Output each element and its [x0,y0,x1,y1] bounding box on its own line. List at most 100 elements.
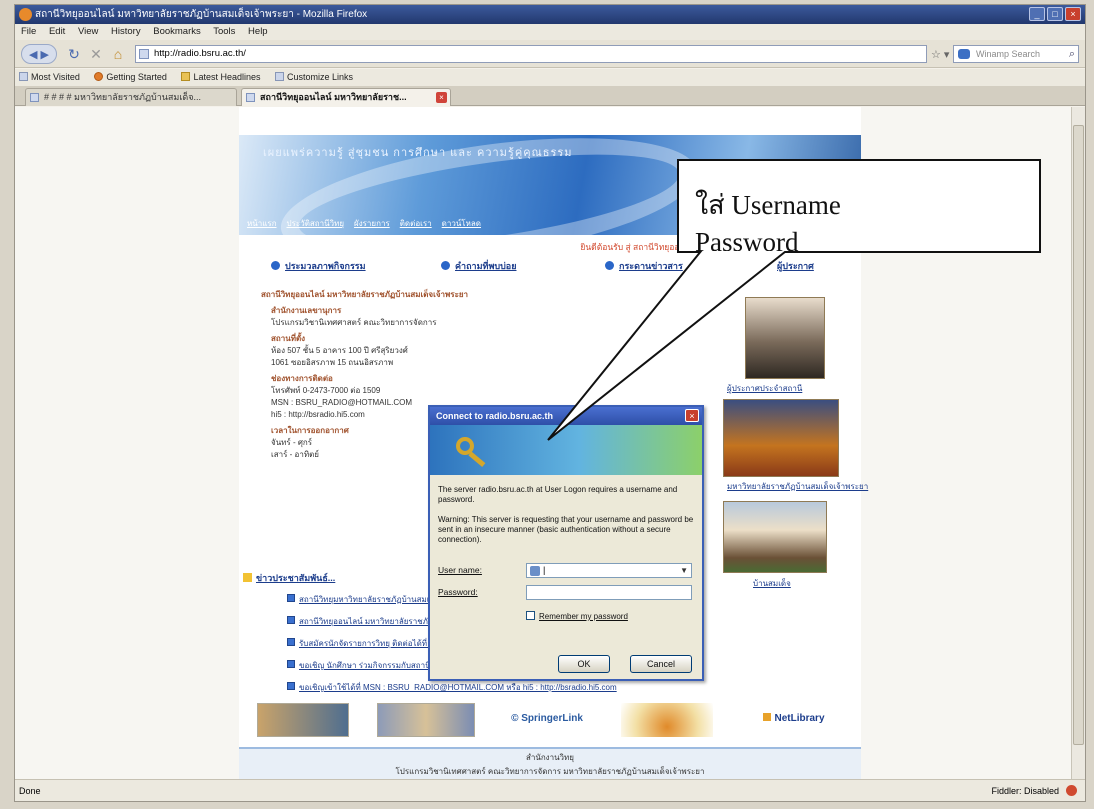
stop-icon[interactable]: ✕ [87,44,105,64]
university-caption[interactable]: มหาวิทยาลัยราชภัฏบ้านสมเด็จเจ้าพระยา [727,480,868,493]
tab-radio-online[interactable]: สถานีวิทยุออนไลน์ มหาวิทยาลัยราช... × [241,88,451,106]
news-item[interactable]: ขอเชิญเข้าใช้ได้ที่ MSN : BSRU_RADIO@HOT… [287,681,827,694]
chevron-down-icon[interactable]: ▼ [680,564,688,577]
address-line: 1061 ซอยอิสรภาพ 15 ถนนอิสรภาพ [271,358,394,367]
bookmark-icon [19,72,28,81]
home-icon[interactable]: ⌂ [109,44,127,64]
dialog-warning: Warning: This server is requesting that … [438,515,694,544]
dialog-close-button[interactable]: × [685,409,699,422]
vertical-scrollbar[interactable] [1071,107,1085,779]
ok-button[interactable]: OK [558,655,610,673]
banner-nav: หน้าแรก ประวัติสถานีวิทยุ ผังรายการ ติดต… [247,217,657,230]
bookmark-customize-links[interactable]: Customize Links [275,69,353,86]
remember-password-checkbox[interactable]: Remember my password [526,611,628,621]
menu-view[interactable]: View [78,26,98,37]
nav-link[interactable]: ดาวน์โหลด [442,217,481,230]
bullet-icon [605,261,614,270]
footer-line: สำนักงานวิทยุ [525,753,574,762]
fiddler-icon[interactable] [1066,785,1077,796]
bookmark-label: Latest Headlines [193,72,261,82]
firefox-icon [19,8,32,21]
menu-tools[interactable]: Tools [213,26,235,37]
reload-icon[interactable]: ↻ [65,44,83,64]
nav-link[interactable]: ติดต่อเรา [400,217,432,230]
org-text: โปรแกรมวิชานิเทศศาสตร์ คณะวิทยาการจัดการ [271,318,437,327]
announcer-caption[interactable]: ผู้ประกาศประจำสถานี [727,382,802,395]
dialog-message: The server radio.bsru.ac.th at User Logo… [438,485,678,504]
bookmark-latest-headlines[interactable]: Latest Headlines [181,69,260,86]
netlibrary-icon [763,713,772,721]
maximize-button[interactable]: □ [1047,7,1063,21]
bookmark-most-visited[interactable]: Most Visited [19,69,80,86]
search-placeholder: Winamp Search [976,49,1041,59]
contact-title: สถานีวิทยุออนไลน์ มหาวิทยาลัยราชภัฏบ้านส… [261,290,469,299]
section-link-faq[interactable]: คำถามที่พบบ่อย [441,259,516,273]
springerlink-logo[interactable]: © SpringerLink [497,703,597,737]
menu-history[interactable]: History [111,26,141,37]
section-label: กระดานข่าวสาร [619,261,683,271]
remember-label: Remember my password [539,612,628,621]
bookmark-label: Customize Links [287,72,354,82]
window-controls: _ □ × [1029,7,1081,21]
university-photo[interactable] [723,399,839,477]
logo-label: SpringerLink [521,713,583,724]
section-link-board[interactable]: กระดานข่าวสาร [605,259,683,273]
banner-title: เผยแพร่ความรู้ สู่ชุมชน การศึกษา และ ควา… [263,147,573,159]
menu-edit[interactable]: Edit [49,26,65,37]
title-bar: สถานีวิทยุออนไลน์ มหาวิทยาลัยราชภัฏบ้านส… [15,5,1085,24]
callout-text: ใส่ Username [695,190,841,220]
news-heading-label: ข่าวประชาสัมพันธ์... [256,573,336,583]
menu-bookmarks[interactable]: Bookmarks [153,26,201,37]
bullet-icon [271,261,280,270]
menu-help[interactable]: Help [248,26,268,37]
bookmark-star-icon[interactable]: ☆ ▾ [931,48,949,61]
bullet-icon [441,261,450,270]
dialog-banner [430,425,702,475]
password-label: Password: [438,587,478,597]
username-field[interactable]: | ▼ [526,563,692,578]
house-photo[interactable] [723,501,827,573]
search-icon[interactable]: ⌕ [1069,46,1075,62]
section-link-announcer[interactable]: ผู้ประกาศ [777,259,814,273]
scrollbar-thumb[interactable] [1073,125,1084,745]
page-footer: สำนักงานวิทยุ โปรแกรมวิชานิเทศศาสตร์ คณะ… [239,747,861,779]
bookmark-label: Getting Started [106,72,167,82]
netlibrary-logo[interactable]: NetLibrary [749,703,839,737]
phone-text: โทรศัพท์ 0-2473-7000 ต่อ 1509 [271,386,381,395]
status-text: Done [19,786,41,796]
bookmark-label: Most Visited [31,72,80,82]
section-link-gallery[interactable]: ประมวลภาพกิจกรรม [271,259,366,273]
address-line: ห้อง 507 ชั้น 5 อาคาร 100 ปี ศรีสุริยวงศ… [271,346,408,355]
cancel-button[interactable]: Cancel [630,655,692,673]
firefox-icon [94,72,104,81]
menu-file[interactable]: File [21,26,36,37]
house-caption[interactable]: บ้านสมเด็จ [753,577,791,590]
footer-line: โปรแกรมวิชานิเทศศาสตร์ คณะวิทยาการจัดการ… [395,767,705,776]
minimize-button[interactable]: _ [1029,7,1045,21]
nav-link[interactable]: ประวัติสถานีวิทยุ [287,217,345,230]
news-icon [243,573,252,582]
partner-logo[interactable] [621,703,713,737]
url-text: http://radio.bsru.ac.th/ [154,48,246,59]
nav-link[interactable]: ผังรายการ [354,217,390,230]
nav-link[interactable]: หน้าแรก [247,217,277,230]
search-input[interactable]: Winamp Search ⌕ [953,45,1079,63]
back-forward-button[interactable]: ◀ ▶ [21,44,57,64]
tab-favicon-icon [246,93,255,102]
checkbox-box[interactable] [526,611,535,620]
announcer-photo[interactable] [745,297,825,379]
partner-logo[interactable] [257,703,349,737]
username-label: User name: [438,565,482,575]
status-bar: Done Fiddler: Disabled [15,779,1085,801]
url-bar[interactable]: http://radio.bsru.ac.th/ [135,45,927,63]
close-window-button[interactable]: × [1065,7,1081,21]
bookmark-getting-started[interactable]: Getting Started [94,69,167,86]
tab-label: # # # # มหาวิทยาลัยราชภัฏบ้านสมเด็จ... [44,92,202,102]
menu-bar: File Edit View History Bookmarks Tools H… [15,24,1085,40]
fiddler-status[interactable]: Fiddler: Disabled [991,780,1059,801]
search-engine-icon[interactable] [958,49,970,59]
tab-bru-home[interactable]: # # # # มหาวิทยาลัยราชภัฏบ้านสมเด็จ... [25,88,237,106]
partner-logo[interactable] [377,703,475,737]
close-tab-icon[interactable]: × [436,92,447,103]
password-field[interactable] [526,585,692,600]
